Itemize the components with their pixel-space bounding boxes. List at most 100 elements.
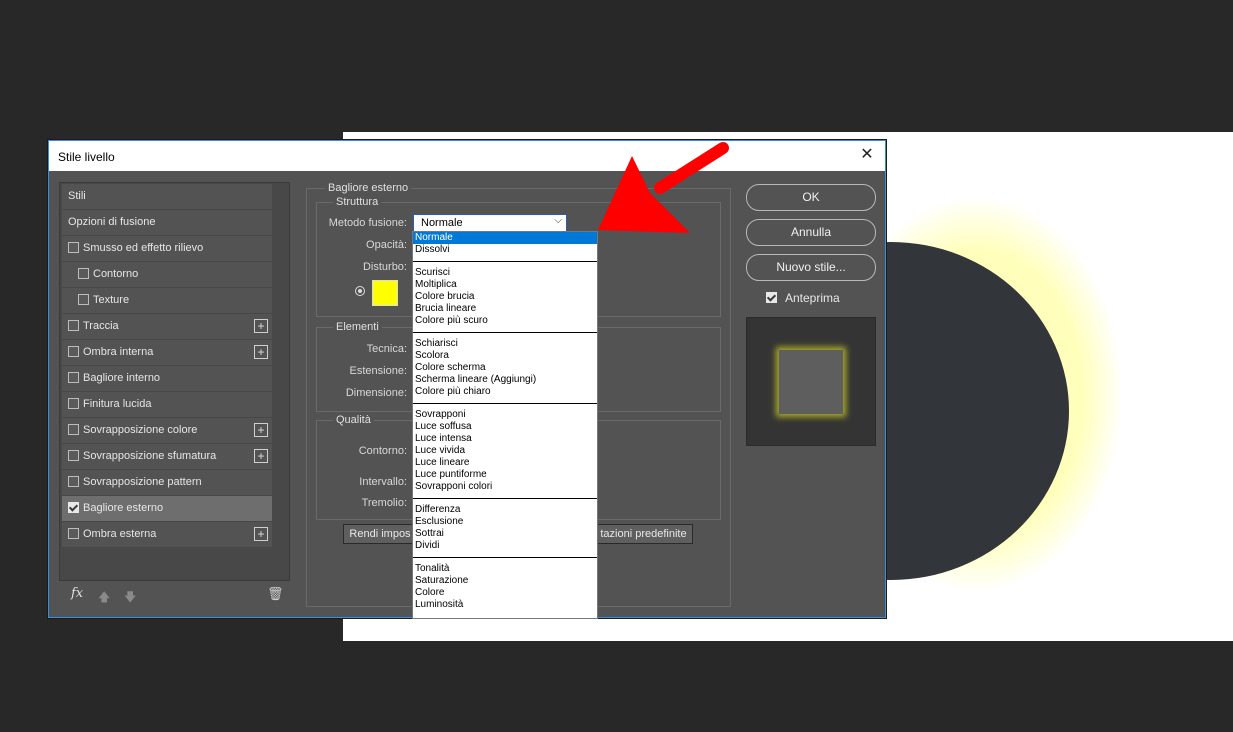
blend-mode-option[interactable]: Sovrapponi	[413, 409, 597, 421]
blend-mode-option[interactable]: Saturazione	[413, 575, 597, 587]
blend-mode-option[interactable]: Luce lineare	[413, 457, 597, 469]
move-up-icon[interactable]: 🡅	[98, 588, 110, 604]
technique-label: Tecnica:	[366, 343, 407, 355]
glow-color-swatch[interactable]	[372, 280, 398, 306]
style-item-label: Contorno	[93, 268, 139, 280]
style-item-checkbox[interactable]	[68, 528, 79, 539]
outer-glow-title: Bagliore esterno	[325, 182, 412, 194]
style-item-label: Ombra interna	[83, 346, 154, 358]
blend-mode-option[interactable]: Scurisci	[413, 267, 597, 279]
style-item-checkbox[interactable]	[68, 242, 79, 253]
add-effect-icon[interactable]: +	[254, 423, 268, 437]
spread-label: Estensione:	[349, 365, 407, 377]
style-item-checkbox[interactable]	[68, 346, 79, 357]
style-item-checkbox[interactable]	[68, 372, 79, 383]
style-item-label: Sovrapposizione pattern	[83, 476, 202, 488]
blend-mode-option[interactable]: Luce soffusa	[413, 421, 597, 433]
style-item-checkbox[interactable]	[78, 268, 89, 279]
dialog-title: Stile livello	[58, 150, 115, 164]
style-item-checkbox[interactable]	[68, 450, 79, 461]
blend-mode-option[interactable]: Schiarisci	[413, 338, 597, 350]
blend-mode-option[interactable]: Colore scherma	[413, 362, 597, 374]
style-item-checkbox[interactable]	[68, 398, 79, 409]
blend-mode-option[interactable]: Colore	[413, 587, 597, 599]
blend-mode-dropdown-list[interactable]: Normale Dissolvi Scurisci Moltiplica Colore …	[412, 231, 598, 619]
new-style-button[interactable]: Nuovo stile...	[746, 254, 876, 281]
style-item-label: Stili	[68, 190, 86, 202]
styles-list-panel: Stili Opzioni di fusione Smusso ed effetto…	[59, 182, 290, 604]
style-item-texture[interactable]: Texture	[62, 288, 272, 314]
reset-default-button[interactable]: tazioni predefinite	[594, 524, 693, 544]
blend-mode-option[interactable]: Dividi	[413, 540, 597, 552]
blend-mode-option[interactable]: Sottrai	[413, 528, 597, 540]
blend-mode-option[interactable]: Colore brucia	[413, 291, 597, 303]
fx-icon[interactable]: fx	[71, 586, 83, 601]
add-effect-icon[interactable]: +	[254, 527, 268, 541]
blend-mode-option[interactable]: Luce intensa	[413, 433, 597, 445]
blend-mode-option[interactable]: Brucia lineare	[413, 303, 597, 315]
blend-mode-option[interactable]: Colore più scuro	[413, 315, 597, 327]
blend-mode-label: Metodo fusione:	[328, 217, 407, 229]
style-item-sovrapposizione-colore[interactable]: Sovrapposizione colore +	[62, 418, 272, 444]
style-item-label: Traccia	[83, 320, 119, 332]
move-down-icon[interactable]: 🡇	[124, 588, 136, 604]
style-item-checkbox[interactable]	[68, 476, 79, 487]
style-item-checkbox[interactable]	[68, 424, 79, 435]
dropdown-separator	[413, 403, 597, 404]
preview-checkbox[interactable]	[766, 292, 777, 303]
style-item-sovrapposizione-pattern[interactable]: Sovrapposizione pattern	[62, 470, 272, 496]
style-item-label: Bagliore esterno	[83, 502, 164, 514]
blend-mode-option[interactable]: Luminosità	[413, 599, 597, 611]
add-effect-icon[interactable]: +	[254, 449, 268, 463]
blend-mode-option[interactable]: Scherma lineare (Aggiungi)	[413, 374, 597, 386]
preview-square	[779, 350, 843, 414]
style-item-checkbox[interactable]	[68, 320, 79, 331]
solid-color-radio[interactable]	[355, 286, 365, 296]
structure-label: Struttura	[333, 196, 382, 208]
blend-mode-option[interactable]: Scolora	[413, 350, 597, 362]
close-icon[interactable]: ✕	[857, 145, 877, 165]
elements-label: Elementi	[333, 321, 382, 333]
blend-mode-option[interactable]: Colore più chiaro	[413, 386, 597, 398]
style-item-label: Smusso ed effetto rilievo	[83, 242, 204, 254]
style-item-ombra-interna[interactable]: Ombra interna +	[62, 340, 272, 366]
blend-mode-option[interactable]: Tonalità	[413, 563, 597, 575]
style-item-checkbox[interactable]	[78, 294, 89, 305]
blend-mode-option[interactable]: Moltiplica	[413, 279, 597, 291]
opacity-label: Opacità:	[366, 239, 407, 251]
trash-icon[interactable]: 🗑	[267, 586, 284, 602]
style-item-label: Bagliore interno	[83, 372, 161, 384]
style-preview-thumbnail	[746, 317, 876, 446]
make-default-button[interactable]: Rendi impos	[343, 524, 417, 544]
cancel-button[interactable]: Annulla	[746, 219, 876, 246]
style-item-checkbox[interactable]	[68, 502, 79, 513]
style-item-label: Opzioni di fusione	[68, 216, 156, 228]
styles-list-footer: fx 🡅 🡇 🗑	[62, 581, 287, 611]
style-item-finitura-lucida[interactable]: Finitura lucida	[62, 392, 272, 418]
add-effect-icon[interactable]: +	[254, 319, 268, 333]
blend-mode-option[interactable]: Dissolvi	[413, 244, 597, 256]
add-effect-icon[interactable]: +	[254, 345, 268, 359]
blend-mode-option[interactable]: Sovrapponi colori	[413, 481, 597, 493]
blend-mode-option[interactable]: Luce puntiforme	[413, 469, 597, 481]
blend-mode-option[interactable]: Esclusione	[413, 516, 597, 528]
blend-mode-option[interactable]: Luce vivida	[413, 445, 597, 457]
blend-mode-option[interactable]: Differenza	[413, 504, 597, 516]
style-item-stili[interactable]: Stili	[62, 184, 272, 210]
ok-button[interactable]: OK	[746, 184, 876, 211]
style-item-bagliore-esterno[interactable]: Bagliore esterno	[62, 496, 272, 522]
style-item-bagliore-interno[interactable]: Bagliore interno	[62, 366, 272, 392]
blend-mode-select[interactable]: Normale ⌵	[413, 214, 567, 232]
red-arrow-annotation	[598, 142, 729, 233]
dropdown-separator	[413, 261, 597, 262]
style-item-contorno[interactable]: Contorno	[62, 262, 272, 288]
style-item-ombra-esterna[interactable]: Ombra esterna +	[62, 522, 272, 548]
style-item-sovrapposizione-sfumatura[interactable]: Sovrapposizione sfumatura +	[62, 444, 272, 470]
style-item-traccia[interactable]: Traccia +	[62, 314, 272, 340]
style-item-label: Texture	[93, 294, 130, 306]
range-label: Intervallo:	[359, 476, 407, 488]
style-item-label: Sovrapposizione sfumatura	[83, 450, 217, 462]
style-item-smusso-ed-effetto-rilievo[interactable]: Smusso ed effetto rilievo	[62, 236, 272, 262]
style-item-opzioni-di-fusione[interactable]: Opzioni di fusione	[62, 210, 272, 236]
blend-mode-option[interactable]: Normale	[413, 232, 597, 244]
